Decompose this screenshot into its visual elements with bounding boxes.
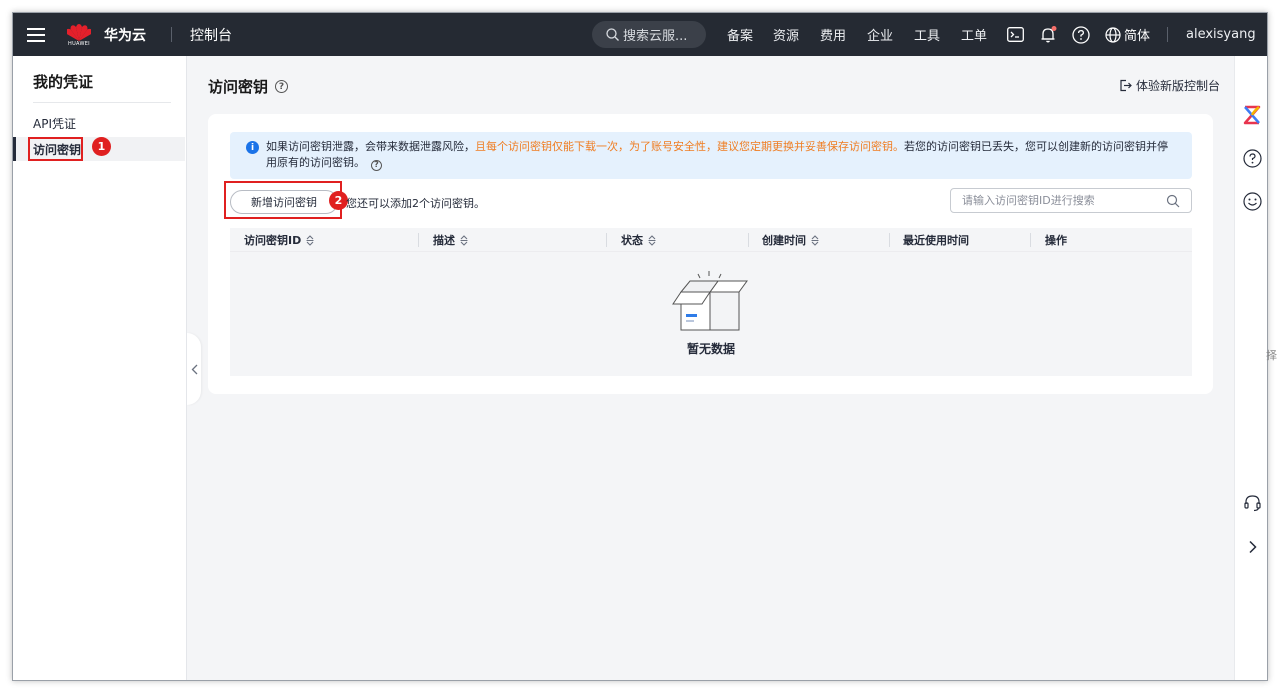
help-icon[interactable]: [1071, 13, 1091, 56]
new-console-link[interactable]: 体验新版控制台: [1119, 77, 1220, 94]
step-badge: 1: [92, 137, 111, 156]
column-label: 创建时间: [762, 234, 806, 247]
right-rail: [1234, 56, 1267, 680]
collapse-icon: [191, 364, 197, 374]
column-separator: [748, 233, 749, 247]
column-label: 状态: [621, 234, 643, 247]
chevron-right-icon[interactable]: [1241, 536, 1263, 558]
divider: [33, 102, 171, 103]
brand-name[interactable]: 华为云: [104, 13, 146, 56]
nav-tools[interactable]: 工具: [914, 13, 940, 56]
global-search[interactable]: 搜索云服...: [592, 21, 706, 48]
nav-beian[interactable]: 备案: [727, 13, 753, 56]
empty-box-icon: [672, 271, 748, 331]
info-icon: i: [246, 141, 259, 154]
highlight-box: [224, 181, 342, 219]
search-label: 搜索云服...: [623, 29, 688, 44]
column-header-access-key-id[interactable]: 访问密钥ID: [244, 228, 314, 252]
column-header-description[interactable]: 描述: [433, 228, 468, 252]
smile-icon[interactable]: [1241, 190, 1263, 212]
column-label: 描述: [433, 234, 455, 247]
info-warning-text: 且每个访问密钥仅能下载一次，为了账号安全性，建议您定期更换并妥善保存访问密钥。: [475, 140, 904, 153]
sort-icon[interactable]: [648, 234, 656, 246]
sidebar-item-label: API凭证: [33, 116, 76, 131]
nav-billing[interactable]: 费用: [820, 13, 846, 56]
nav-resources[interactable]: 资源: [773, 13, 799, 56]
empty-state-text: 暂无数据: [686, 342, 735, 356]
info-banner: i 如果访问密钥泄露，会带来数据泄露风险，且每个访问密钥仅能下载一次，为了账号安…: [230, 132, 1192, 179]
search-icon[interactable]: [1166, 194, 1180, 208]
console-link[interactable]: 控制台: [190, 13, 232, 56]
exit-icon: [1120, 79, 1132, 92]
column-separator: [418, 233, 419, 247]
headset-icon[interactable]: [1241, 491, 1263, 513]
divider: [171, 27, 172, 42]
huawei-logo[interactable]: HUAWEI: [67, 13, 91, 56]
sidebar-title: 我的凭证: [33, 73, 94, 91]
language-switch[interactable]: 简体: [1105, 13, 1150, 56]
nav-tickets[interactable]: 工单: [961, 13, 987, 56]
terminal-icon[interactable]: [1005, 13, 1025, 56]
user-menu[interactable]: alexisyang: [1186, 13, 1256, 56]
column-label: 访问密钥ID: [244, 234, 302, 247]
column-label: 操作: [1045, 234, 1067, 247]
bell-icon[interactable]: [1038, 13, 1058, 56]
column-separator: [889, 233, 890, 247]
ai-assistant-icon[interactable]: [1241, 104, 1263, 126]
column-separator: [1030, 233, 1031, 247]
column-header-created-time[interactable]: 创建时间: [762, 228, 819, 252]
help-icon[interactable]: ?: [371, 159, 382, 171]
divider: [1167, 27, 1168, 42]
page-title: 访问密钥 ?: [208, 76, 289, 97]
remaining-keys-text: 您还可以添加2个访问密钥。: [346, 197, 485, 210]
sort-icon[interactable]: [306, 234, 314, 246]
sort-icon[interactable]: [811, 234, 819, 246]
help-icon[interactable]: ?: [275, 80, 289, 93]
logo-text: HUAWEI: [68, 40, 90, 47]
access-key-card: i 如果访问密钥泄露，会带来数据泄露风险，且每个访问密钥仅能下载一次，为了账号安…: [208, 114, 1213, 394]
edge-clipped-text: 择: [1266, 349, 1277, 362]
column-header-status[interactable]: 状态: [621, 228, 656, 252]
app-window: HUAWEI 华为云 控制台 搜索云服... 备案 资源 费用 企业 工具 工单…: [12, 12, 1268, 681]
column-header-actions: 操作: [1045, 228, 1067, 252]
page-title-text: 访问密钥: [208, 78, 269, 96]
table-header: 访问密钥ID 描述 状态 创建时间 最近使用时间 操作: [230, 228, 1192, 252]
access-key-table: 访问密钥ID 描述 状态 创建时间 最近使用时间 操作 暂无数据: [230, 228, 1192, 376]
help-icon[interactable]: [1241, 147, 1263, 169]
menu-icon[interactable]: [27, 13, 45, 56]
globe-icon: [1105, 26, 1121, 43]
column-label: 最近使用时间: [903, 234, 969, 247]
info-text-1: 如果访问密钥泄露，会带来数据泄露风险，: [266, 140, 475, 153]
column-separator: [606, 233, 607, 247]
column-header-last-used-time: 最近使用时间: [903, 228, 969, 252]
sidebar: 我的凭证 API凭证 访问密钥 1: [13, 56, 187, 680]
new-console-label: 体验新版控制台: [1136, 79, 1221, 93]
search-icon: [606, 28, 619, 41]
nav-enterprise[interactable]: 企业: [867, 13, 893, 56]
collapse-sidebar-button[interactable]: [187, 333, 201, 405]
sort-icon[interactable]: [460, 234, 468, 246]
top-bar: HUAWEI 华为云 控制台 搜索云服... 备案 资源 费用 企业 工具 工单…: [13, 13, 1267, 56]
language-label: 简体: [1124, 29, 1151, 44]
highlight-box: [28, 137, 83, 161]
sidebar-item-api-credentials[interactable]: API凭证: [13, 111, 185, 135]
access-key-search-input[interactable]: [950, 188, 1192, 213]
